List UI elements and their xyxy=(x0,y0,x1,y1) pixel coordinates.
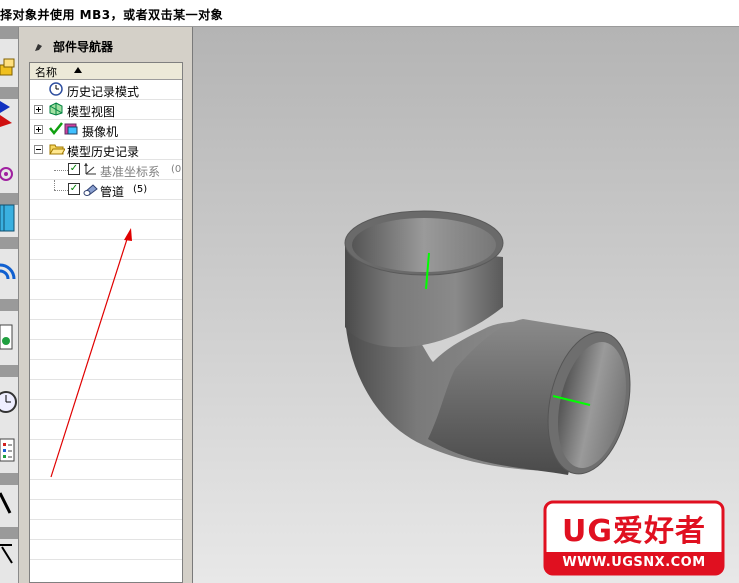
pin-icon[interactable] xyxy=(33,41,43,51)
history-icon[interactable] xyxy=(0,387,18,417)
part-navigator-tree[interactable]: 名称 历史记录模式 模型视图 摄像机 模型历史记录 ✓ 基准坐标系 (0 ✓ 管… xyxy=(29,62,183,583)
process-studio-icon[interactable] xyxy=(0,489,18,519)
tree-item-tube[interactable]: ✓ 管道 (5) xyxy=(30,180,182,200)
system-materials-icon[interactable] xyxy=(0,435,18,465)
collapse-icon[interactable] xyxy=(34,145,43,154)
status-prompt: 择对象并使用 MB3，或者双击某一对象 xyxy=(0,8,224,22)
resource-bar xyxy=(0,27,19,583)
folder-open-icon xyxy=(49,142,66,159)
column-header-label: 名称 xyxy=(35,66,57,79)
tree-item-datum-csys[interactable]: ✓ 基准坐标系 (0 xyxy=(30,160,182,180)
reuse-library-icon[interactable] xyxy=(0,159,18,189)
hd3d-tools-icon[interactable] xyxy=(0,203,18,233)
check-mark-icon xyxy=(49,121,63,138)
resource-bar-separator xyxy=(0,365,18,377)
sort-ascending-icon[interactable] xyxy=(74,67,82,73)
web-browser-icon[interactable] xyxy=(0,259,18,289)
tree-item-label: 模型视图 xyxy=(67,105,116,119)
datum-csys-icon xyxy=(83,162,97,179)
resource-bar-separator xyxy=(0,87,18,99)
tree-item-label: 管道 xyxy=(100,185,125,199)
expand-icon[interactable] xyxy=(34,105,43,114)
tree-item-feature-number: (0 xyxy=(171,164,182,175)
clock-icon xyxy=(49,82,63,99)
resource-bar-separator xyxy=(0,299,18,311)
tree-item-cameras[interactable]: 摄像机 xyxy=(30,120,182,140)
tube-feature-icon xyxy=(83,182,99,199)
tree-item-model-views[interactable]: 模型视图 xyxy=(30,100,182,120)
top-opening-interior xyxy=(352,218,496,272)
tree-item-label: 历史记录模式 xyxy=(67,85,140,99)
visibility-checkbox[interactable]: ✓ xyxy=(68,163,80,175)
resource-bar-separator xyxy=(0,527,18,539)
camera-icon xyxy=(64,122,80,139)
resource-bar-separator xyxy=(0,27,18,39)
constraint-navigator-icon[interactable] xyxy=(0,99,18,129)
tree-item-label: 摄像机 xyxy=(82,125,119,139)
tree-item-label: 模型历史记录 xyxy=(67,145,140,159)
watermark-logo-text: UG爱好者 xyxy=(562,514,706,549)
part-navigator-title-text: 部件导航器 xyxy=(53,40,114,54)
watermark-url: WWW.UGSNX.COM xyxy=(562,555,706,570)
resource-bar-separator xyxy=(0,473,18,485)
tree-item-model-history[interactable]: 模型历史记录 xyxy=(30,140,182,160)
assembly-navigator-icon[interactable] xyxy=(0,55,18,85)
visibility-checkbox[interactable]: ✓ xyxy=(68,183,80,195)
part-navigator-panel: 部件导航器 名称 历史记录模式 模型视图 摄像机 模型历史记录 ✓ 基准坐标系 … xyxy=(19,27,193,583)
status-bar: 择对象并使用 MB3，或者双击某一对象 xyxy=(0,0,739,27)
part-navigator-title: 部件导航器 xyxy=(33,38,113,55)
column-header-name[interactable]: 名称 xyxy=(30,63,182,80)
expand-icon[interactable] xyxy=(34,125,43,134)
model-views-icon xyxy=(49,102,63,119)
tree-item-history-mode[interactable]: 历史记录模式 xyxy=(30,80,182,100)
resource-bar-separator xyxy=(0,237,18,249)
tree-item-label: 基准坐标系 xyxy=(100,165,161,179)
roles-icon[interactable] xyxy=(0,541,18,571)
tree-item-feature-number: (5) xyxy=(133,184,148,195)
watermark-logo: UG爱好者 WWW.UGSNX.COM xyxy=(543,500,725,576)
history-palette-icon[interactable] xyxy=(0,323,18,353)
